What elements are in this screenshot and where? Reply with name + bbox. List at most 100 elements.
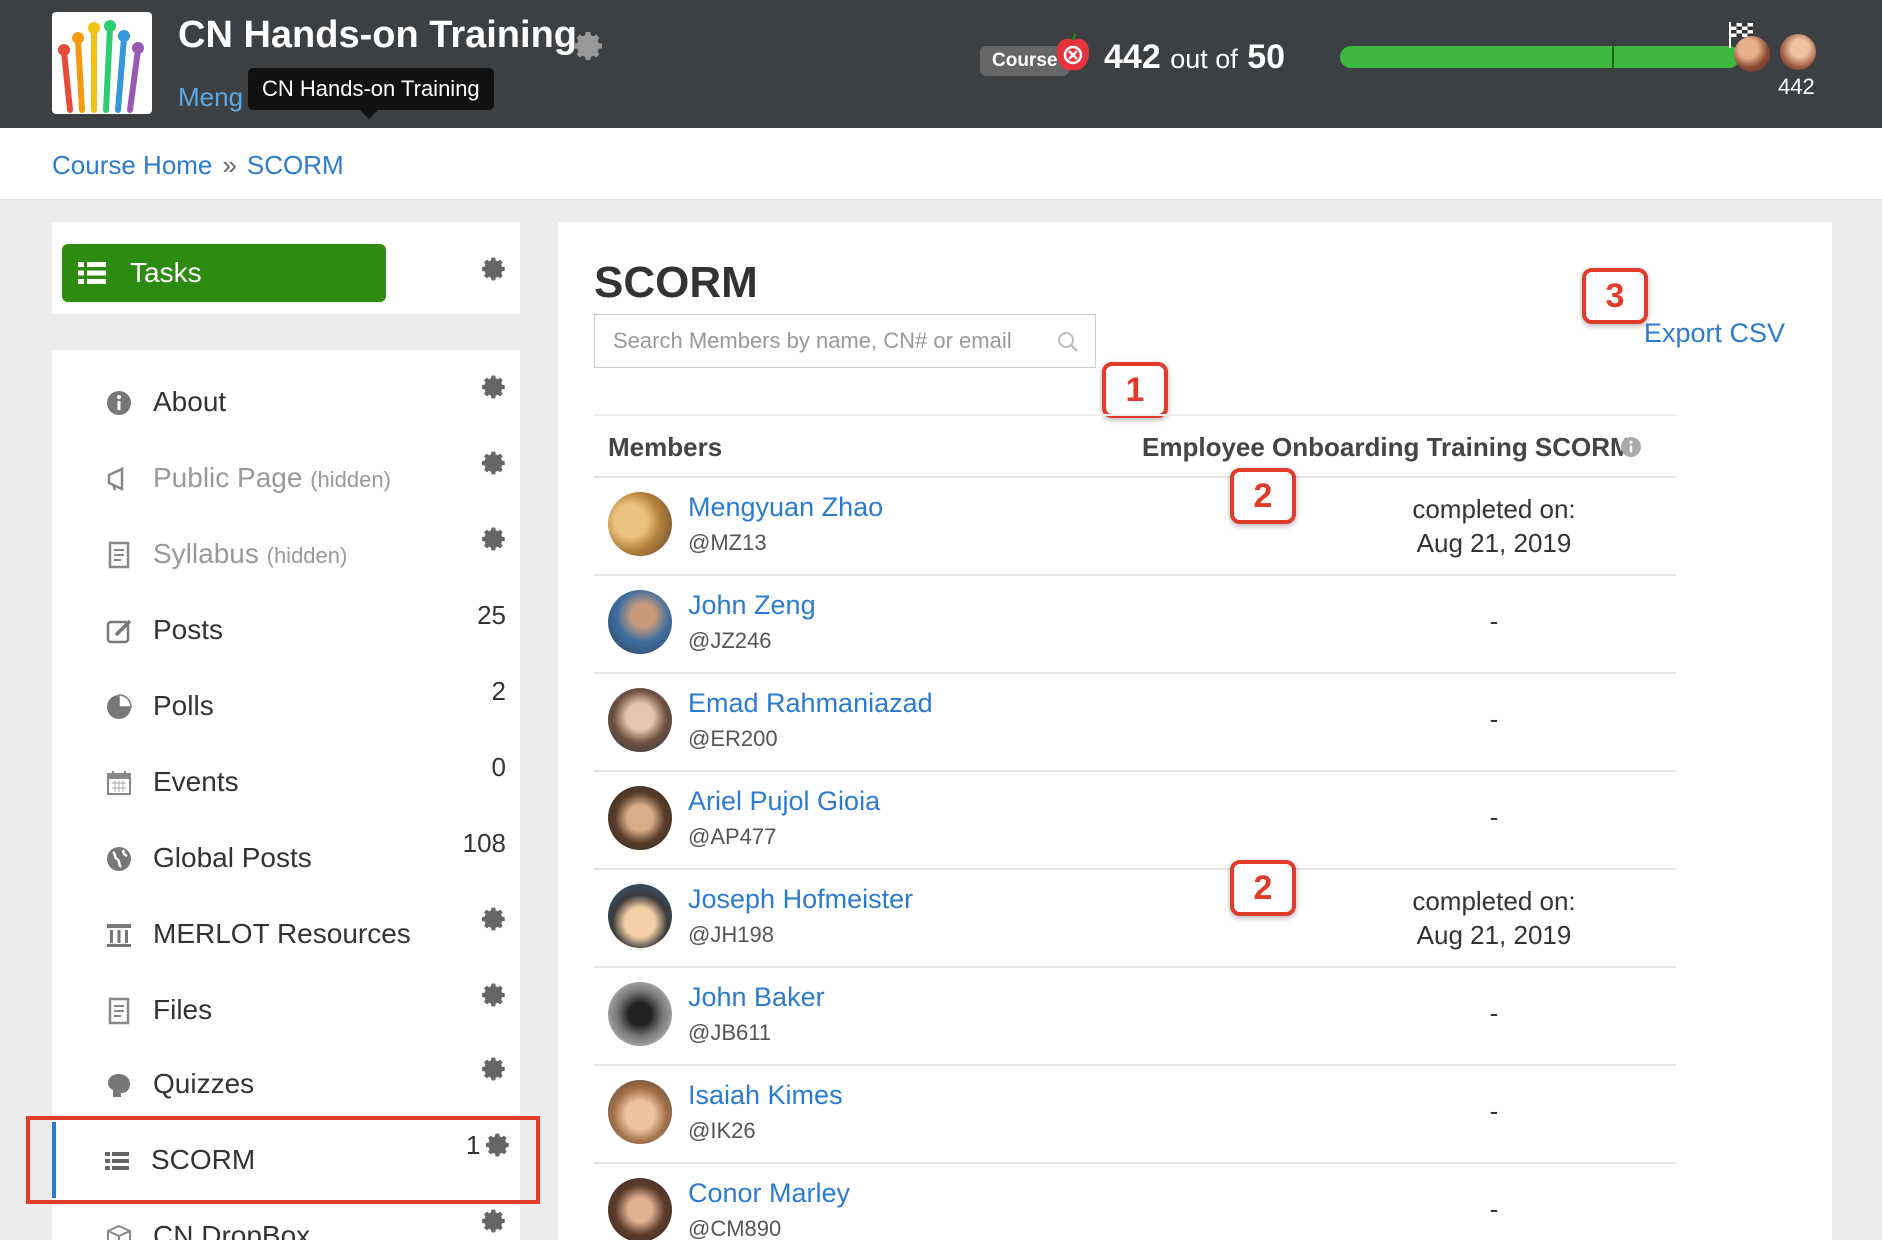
- member-handle: @CM890: [688, 1216, 782, 1240]
- sidebar-item-label: Events: [153, 766, 239, 797]
- table-row: John Baker @JB611 -: [594, 968, 1676, 1066]
- gear-icon[interactable]: [482, 1208, 508, 1234]
- megaphone-icon: [107, 467, 124, 491]
- member-avatar[interactable]: [608, 1080, 672, 1144]
- member-handle: @AP477: [688, 824, 777, 849]
- completion-status: completed on: Aug 21, 2019: [1294, 492, 1694, 560]
- member-handle: @ER200: [688, 726, 778, 751]
- member-name-link[interactable]: Joseph Hofmeister: [688, 884, 913, 915]
- sidebar-item-label: CN DropBox: [153, 1220, 311, 1240]
- progress-fill: [1340, 46, 1740, 68]
- search-input[interactable]: [595, 315, 1035, 367]
- column-header-scorm[interactable]: Employee Onboarding Training SCORM: [1142, 432, 1632, 463]
- tasks-button[interactable]: Tasks: [62, 244, 386, 302]
- course-logo[interactable]: [52, 12, 152, 114]
- sidebar-item-cn-dropbox[interactable]: CN DropBox: [52, 1198, 520, 1240]
- breadcrumb: Course Home » SCORM: [52, 150, 344, 181]
- main-content: SCORM Export CSV 3 1 Members Employee On…: [558, 222, 1832, 1240]
- member-name-link[interactable]: Ariel Pujol Gioia: [688, 786, 880, 817]
- sidebar-item-global-posts[interactable]: Global Posts 108: [52, 820, 520, 896]
- member-name-link[interactable]: John Baker: [688, 982, 825, 1013]
- table-row: Mengyuan Zhao @MZ13 completed on: Aug 21…: [594, 478, 1676, 576]
- user-avatar[interactable]: [1780, 34, 1816, 70]
- member-name-link[interactable]: Isaiah Kimes: [688, 1080, 843, 1111]
- pie-chart-icon: [107, 694, 132, 719]
- member-avatar[interactable]: [608, 982, 672, 1046]
- sidebar-item-about[interactable]: About: [52, 364, 520, 440]
- sidebar-nav: About Public Page (hidden) Syllabus (hid…: [52, 350, 520, 1240]
- page-title: SCORM: [594, 258, 758, 307]
- member-avatar[interactable]: [608, 590, 672, 654]
- document-icon: [108, 541, 130, 569]
- sidebar-item-events[interactable]: Events 0: [52, 744, 520, 820]
- member-avatar[interactable]: [608, 884, 672, 948]
- column-header-members[interactable]: Members: [608, 432, 722, 463]
- completion-status: completed on: Aug 21, 2019: [1294, 884, 1694, 952]
- progress-divider: [1612, 46, 1614, 68]
- columns-icon: [107, 924, 131, 947]
- box-icon: [107, 1224, 131, 1240]
- sidebar-item-quizzes[interactable]: Quizzes: [52, 1046, 520, 1122]
- edit-icon: [106, 619, 132, 644]
- sidebar-item-syllabus[interactable]: Syllabus (hidden): [52, 516, 520, 592]
- member-avatar[interactable]: [608, 688, 672, 752]
- member-name-link[interactable]: John Zeng: [688, 590, 816, 621]
- sidebar-item-label: Syllabus (hidden): [153, 538, 347, 570]
- member-avatar[interactable]: [608, 1178, 672, 1240]
- leader-avatar[interactable]: [1734, 36, 1770, 72]
- user-name-link[interactable]: Meng: [178, 82, 243, 113]
- member-name-link[interactable]: Conor Marley: [688, 1178, 850, 1209]
- completed-label: completed on:: [1412, 494, 1576, 524]
- marker-label: 2: [1253, 868, 1273, 907]
- breadcrumb-current-link[interactable]: SCORM: [247, 150, 344, 180]
- gear-icon[interactable]: [482, 256, 508, 282]
- course-title-tooltip: CN Hands-on Training: [248, 68, 494, 119]
- points-out-of: out of: [1170, 44, 1238, 74]
- member-name-link[interactable]: Mengyuan Zhao: [688, 492, 883, 523]
- table-row: Conor Marley @CM890 -: [594, 1164, 1676, 1240]
- sidebar-item-merlot-resources[interactable]: MERLOT Resources: [52, 896, 520, 972]
- sidebar-item-polls[interactable]: Polls 2: [52, 668, 520, 744]
- breadcrumb-home-link[interactable]: Course Home: [52, 150, 212, 180]
- table-row: Isaiah Kimes @IK26 -: [594, 1066, 1676, 1164]
- gear-icon[interactable]: [482, 374, 508, 400]
- posts-count: 25: [477, 600, 506, 630]
- tasks-label: Tasks: [130, 257, 202, 288]
- search-icon[interactable]: [1057, 331, 1079, 353]
- member-avatar[interactable]: [608, 786, 672, 850]
- gear-icon[interactable]: [482, 526, 508, 552]
- course-title[interactable]: CN Hands-on Training: [178, 14, 577, 57]
- user-points-count: 442: [1778, 74, 1815, 99]
- breadcrumb-bar: Course Home » SCORM: [0, 128, 1882, 200]
- points-value: 442: [1104, 38, 1161, 76]
- member-name-link[interactable]: Emad Rahmaniazad: [688, 688, 933, 719]
- polls-count: 2: [491, 676, 506, 706]
- completion-status: -: [1489, 802, 1499, 832]
- sidebar-item-posts[interactable]: Posts 25: [52, 592, 520, 668]
- progress-bar: [1340, 46, 1740, 68]
- search-box[interactable]: [594, 314, 1096, 368]
- gear-icon[interactable]: [482, 450, 508, 476]
- members-table: Members Employee Onboarding Training SCO…: [594, 414, 1676, 1240]
- marker-label: 2: [1253, 476, 1273, 515]
- completion-status: -: [1489, 998, 1499, 1028]
- member-avatar[interactable]: [608, 492, 672, 556]
- gear-icon[interactable]: [482, 982, 508, 1008]
- hands-logo-icon: [58, 20, 144, 113]
- table-row: John Zeng @JZ246 -: [594, 576, 1676, 674]
- tasks-panel: Tasks: [52, 222, 520, 314]
- export-csv-link[interactable]: Export CSV: [1644, 318, 1785, 349]
- table-row: Emad Rahmaniazad @ER200 -: [594, 674, 1676, 772]
- info-icon[interactable]: [1620, 436, 1642, 458]
- completed-date: Aug 21, 2019: [1416, 920, 1572, 950]
- table-header: Members Employee Onboarding Training SCO…: [594, 414, 1676, 478]
- globe-icon: [107, 847, 131, 871]
- apple-icon: [1056, 33, 1090, 71]
- completed-date: Aug 21, 2019: [1416, 528, 1572, 558]
- sidebar-item-public-page[interactable]: Public Page (hidden): [52, 440, 520, 516]
- gear-icon[interactable]: [482, 906, 508, 932]
- gear-icon[interactable]: [482, 1056, 508, 1082]
- scorm-highlight-box: [26, 1116, 540, 1204]
- sidebar-item-files[interactable]: Files: [52, 972, 520, 1048]
- gear-icon[interactable]: [574, 30, 606, 62]
